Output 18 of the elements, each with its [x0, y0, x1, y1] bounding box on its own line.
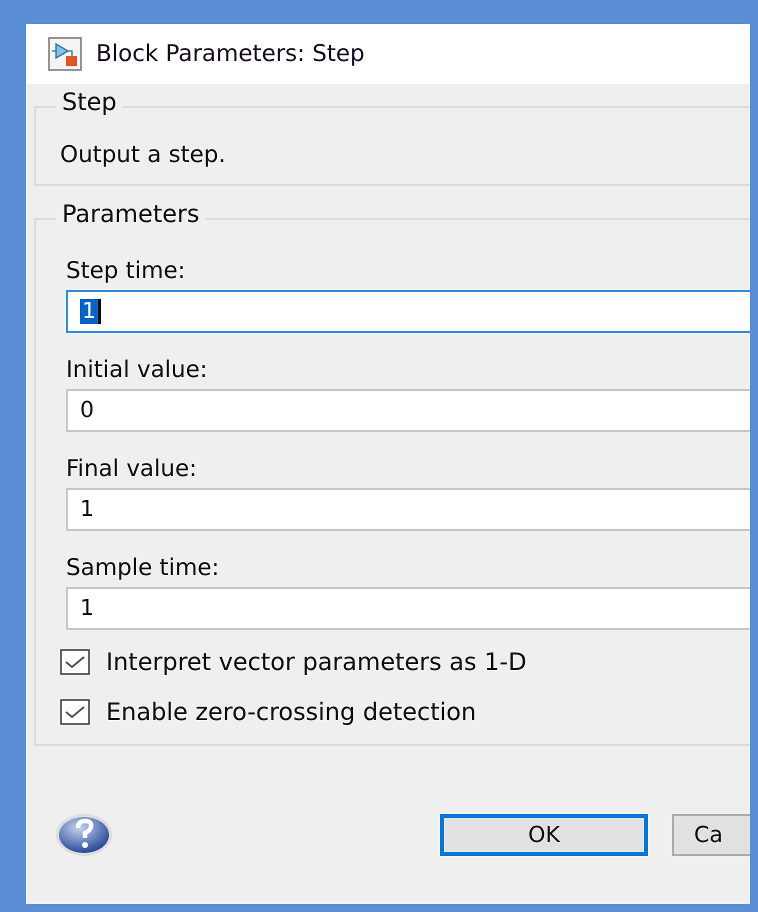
- dialog-button[interactable]: Ca: [672, 814, 750, 856]
- input-field[interactable]: 1: [66, 488, 750, 531]
- field-label: Final value:: [66, 456, 198, 482]
- field-label: Step time:: [66, 258, 186, 284]
- block-icon: [48, 37, 82, 71]
- checkbox-label: Enable zero-crossing detection: [106, 698, 476, 726]
- dialog-button[interactable]: OK: [440, 814, 648, 856]
- input-field[interactable]: 1: [66, 587, 750, 630]
- input-field[interactable]: 0: [66, 389, 750, 432]
- checkbox[interactable]: [60, 699, 90, 725]
- checkbox[interactable]: [60, 649, 90, 675]
- input-field[interactable]: 1: [66, 290, 750, 333]
- help-icon[interactable]: [54, 812, 114, 858]
- description-text: Output a step.: [60, 142, 227, 168]
- field-label: Sample time:: [66, 555, 220, 581]
- checkbox-label: Interpret vector parameters as 1-D: [106, 648, 527, 676]
- field-label: Initial value:: [66, 357, 209, 383]
- window-title: Block Parameters: Step: [96, 41, 365, 67]
